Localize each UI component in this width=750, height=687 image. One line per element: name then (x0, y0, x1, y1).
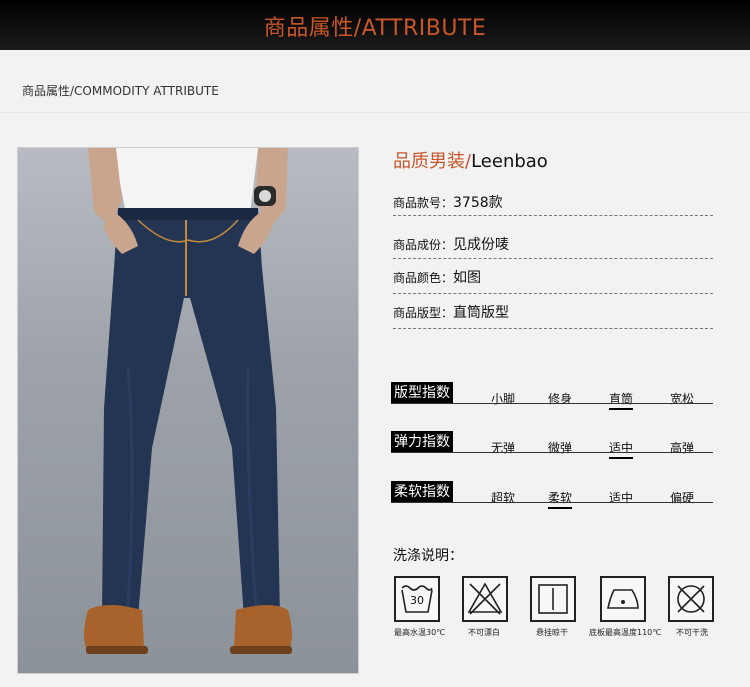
softness-option: 超软 (491, 491, 516, 505)
divider (0, 112, 750, 113)
no-bleach-icon (462, 576, 508, 622)
attribute-value: 直筒版型 (453, 305, 510, 321)
attribute-row: 商品款号：3758款 (393, 192, 503, 212)
attribute-row: 商品成份：见成份唛 (393, 234, 509, 254)
brand-heading: 品质男装/Leenbao (393, 147, 548, 173)
stretch-option: 高弹 (670, 441, 695, 455)
wash-caption: 不可漂白 (468, 628, 500, 637)
wash-30-icon: 30 (394, 576, 440, 622)
softness-index-row: 柔软指数 超软 柔软 适中 偏硬 (391, 481, 713, 509)
stretch-option: 微弹 (548, 441, 573, 455)
no-dry-clean-icon (668, 576, 714, 622)
dashed-divider (393, 293, 713, 294)
softness-option: 适中 (609, 491, 634, 505)
attribute-value: 见成份唛 (453, 237, 510, 253)
attribute-label: 商品颜色： (393, 271, 454, 285)
attribute-value: 如图 (453, 270, 482, 286)
index-baseline (391, 452, 713, 453)
attribute-label: 商品版型： (393, 306, 454, 320)
wash-caption: 底板最高温度110℃ (589, 628, 662, 637)
stretch-index-row: 弹力指数 无弹 微弹 适中 高弹 (391, 431, 713, 459)
hang-dry-icon (530, 576, 576, 622)
attribute-row: 商品颜色：如图 (393, 267, 481, 287)
fit-index-row: 版型指数 小脚 修身 直筒 宽松 (391, 382, 713, 410)
stretch-option: 无弹 (491, 441, 516, 455)
index-baseline (391, 502, 713, 503)
attribute-label: 商品款号： (393, 196, 454, 210)
softness-option-selected: 柔软 (548, 489, 573, 509)
attribute-label: 商品成份： (393, 238, 454, 252)
iron-110-icon (600, 576, 646, 622)
stretch-option-selected: 适中 (609, 439, 634, 459)
wash-caption: 最高水温30℃ (394, 628, 446, 637)
fit-index-title: 版型指数 (391, 382, 453, 404)
fit-option-selected: 直筒 (609, 390, 634, 410)
fit-option: 修身 (548, 392, 573, 406)
softness-index-title: 柔软指数 (391, 481, 453, 503)
wash-caption: 不可干洗 (676, 628, 708, 637)
jeans-illustration (84, 148, 292, 654)
fit-option: 宽松 (670, 392, 695, 406)
wash-temp-number: 30 (410, 594, 424, 607)
product-photo (17, 147, 359, 674)
brand-cn: 品质男装/ (393, 151, 472, 172)
dashed-divider (393, 328, 713, 329)
header-banner: 商品属性/ATTRIBUTE (0, 0, 750, 50)
fit-option: 小脚 (491, 392, 516, 406)
section-label: 商品属性/COMMODITY ATTRIBUTE (22, 84, 219, 98)
softness-option: 偏硬 (670, 491, 695, 505)
dashed-divider (393, 258, 713, 259)
wash-title: 洗涤说明： (393, 548, 463, 564)
dashed-divider (393, 215, 713, 216)
stretch-index-title: 弹力指数 (391, 431, 453, 453)
brand-en: Leenbao (471, 151, 548, 172)
wash-caption: 悬挂晾干 (536, 628, 568, 637)
attribute-value: 3758款 (453, 195, 503, 211)
page-title: 商品属性/ATTRIBUTE (263, 16, 487, 41)
index-baseline (391, 403, 713, 404)
attribute-row: 商品版型：直筒版型 (393, 302, 509, 322)
